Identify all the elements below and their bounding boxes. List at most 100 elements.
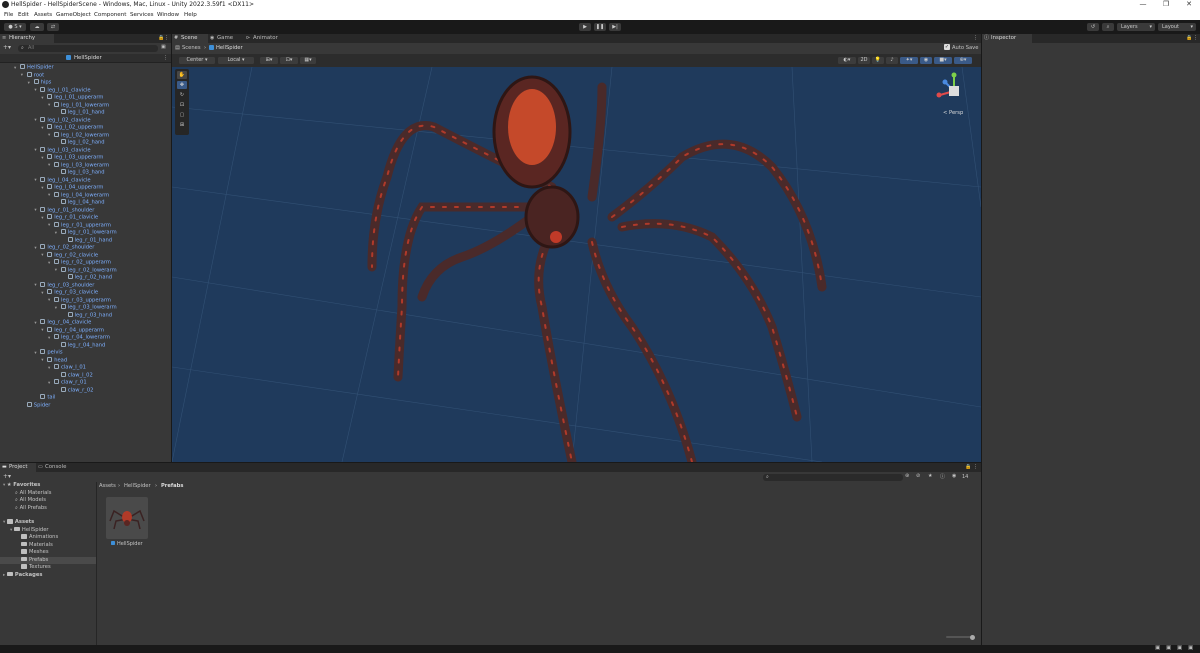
hierarchy-item[interactable]: ▾ leg_l_04_upperarm [41, 184, 103, 192]
hand-tool-icon[interactable]: ✋ [177, 71, 187, 79]
layout-dropdown[interactable]: Layout ▾ [1158, 23, 1196, 31]
auto-save-checkbox[interactable]: ✓ [944, 44, 950, 50]
breadcrumb-hellspider[interactable]: HellSpider [124, 482, 151, 490]
menu-file[interactable]: File [4, 12, 13, 18]
hierarchy-item[interactable]: ▾ leg_r_04_lowerarm [48, 334, 110, 342]
hierarchy-item[interactable]: Spider [21, 401, 50, 410]
hierarchy-item[interactable]: ▾ leg_r_03_lowerarm [55, 304, 117, 312]
project-search-input[interactable]: ⌕ [763, 473, 903, 481]
favorite-all-prefabs[interactable]: ⌕ All Prefabs [15, 505, 47, 513]
hidden-objects-button[interactable]: ◉ [920, 57, 932, 64]
move-tool-icon[interactable]: ✥ [177, 81, 187, 89]
audio-toggle-button[interactable]: ♪ [886, 57, 898, 64]
breadcrumb-prefabs[interactable]: Prefabs [161, 482, 183, 490]
hierarchy-item[interactable]: ▾ HellSpider [14, 64, 54, 72]
menu-assets[interactable]: Assets [34, 12, 52, 18]
toolbar-options-button[interactable]: ▦▾ [300, 57, 316, 64]
folder-animations[interactable]: Animations [21, 534, 58, 542]
gizmos-button[interactable]: ⊕▾ [954, 57, 972, 64]
effects-toggle-button[interactable]: ✦▾ [900, 57, 918, 64]
space-local-dropdown[interactable]: Local ▾ [218, 57, 254, 64]
search-button[interactable]: ⌕ [1102, 23, 1114, 31]
save-search-icon[interactable]: ★ [928, 473, 932, 479]
scale-tool-icon[interactable]: ⊡ [177, 101, 187, 109]
hierarchy-item[interactable]: ▾ leg_r_03_clavicle [41, 289, 98, 297]
menu-edit[interactable]: Edit [18, 12, 29, 18]
more-options-icon[interactable]: ⋮ [164, 35, 169, 41]
thumbnail-size-slider[interactable] [946, 634, 975, 640]
hierarchy-item[interactable]: claw_r_02 [55, 386, 93, 395]
hierarchy-item[interactable]: ▾ leg_r_01_upperarm [48, 221, 111, 230]
packages-folder[interactable]: ▸ Packages [3, 571, 42, 580]
hierarchy-item[interactable]: ▾ leg_l_03_lowerarm [48, 161, 109, 170]
camera-settings-button[interactable]: ■▾ [934, 57, 952, 64]
favorite-all-models[interactable]: ⌕ All Models [15, 497, 46, 505]
status-icon-1[interactable]: ▣ [1155, 645, 1160, 651]
hierarchy-item[interactable]: leg_l_01_hand [55, 109, 105, 117]
hierarchy-item[interactable]: tail [34, 394, 56, 402]
menu-gameobject[interactable]: GameObject [56, 12, 91, 18]
transform-tool-icon[interactable]: ⊞ [177, 121, 187, 129]
search-by-label-icon[interactable]: ⊘ [916, 473, 920, 479]
grid-snapping-button[interactable]: ⊞▾ [260, 57, 278, 64]
hidden-packages-icon[interactable]: ◉ [952, 473, 956, 479]
lighting-toggle-button[interactable]: 💡 [872, 57, 884, 64]
menu-component[interactable]: Component [94, 12, 126, 18]
slider-handle[interactable] [970, 634, 975, 640]
folder-materials[interactable]: Materials [21, 541, 53, 550]
hierarchy-item[interactable]: ▾ claw_r_01 [48, 379, 87, 387]
increment-snap-button[interactable]: ⊡▾ [280, 57, 298, 64]
folder-hellspider[interactable]: ▾ HellSpider [10, 526, 49, 535]
hierarchy-item[interactable]: leg_r_04_hand [55, 341, 105, 350]
draw-mode-button[interactable]: ◐▾ [838, 57, 856, 64]
hierarchy-item[interactable]: leg_l_04_hand [55, 199, 105, 207]
hierarchy-search-input[interactable]: ⌕ All [18, 44, 158, 52]
hierarchy-item[interactable]: ▾ leg_r_02_shoulder [34, 244, 94, 252]
hierarchy-item[interactable]: ▾ leg_l_03_clavicle [34, 146, 91, 155]
hierarchy-item[interactable]: ▾ leg_r_03_shoulder [34, 281, 94, 290]
hierarchy-item[interactable]: ▾ leg_r_02_upperarm [48, 259, 111, 267]
layers-dropdown[interactable]: Layers ▾ [1117, 23, 1155, 31]
hierarchy-item[interactable]: ▾ root [21, 71, 44, 80]
fold-arrow-icon[interactable]: ▾ [55, 230, 61, 238]
scene-visibility-icon[interactable]: ▣ [161, 44, 166, 50]
breadcrumb-scenes[interactable]: Scenes [182, 45, 201, 51]
cloud-button[interactable]: ☁ [30, 23, 44, 31]
play-button[interactable]: ▶ [579, 23, 591, 31]
folder-prefabs[interactable]: Prefabs [0, 556, 96, 564]
tab-game[interactable]: ◉ Game [208, 34, 244, 43]
scene-header[interactable]: HellSpider ⋮ [0, 54, 171, 63]
hierarchy-item[interactable]: ▾ hips [28, 79, 51, 88]
assets-folder[interactable]: ▾ Assets [3, 519, 34, 527]
breadcrumb-current[interactable]: HellSpider [216, 45, 243, 51]
hierarchy-item[interactable]: ▾ leg_l_04_clavicle [34, 176, 91, 185]
more-options-icon[interactable]: ⋮ [1193, 35, 1198, 41]
tab-scene[interactable]: # Scene [172, 34, 208, 43]
status-icon-4[interactable]: ▣ [1188, 645, 1193, 651]
2d-toggle-button[interactable]: 2D [858, 57, 870, 64]
pivot-center-dropdown[interactable]: Center ▾ [179, 57, 215, 64]
hierarchy-item[interactable]: ▾ leg_l_02_lowerarm [48, 131, 109, 140]
tab-console[interactable]: ▭ Console [36, 463, 74, 472]
hierarchy-item[interactable]: claw_l_02 [55, 371, 93, 380]
lock-icon[interactable]: 🔒 [1186, 35, 1192, 41]
hierarchy-item[interactable]: ▾ head [41, 356, 67, 365]
folder-textures[interactable]: Textures [21, 564, 51, 572]
menu-window[interactable]: Window [157, 12, 179, 18]
menu-services[interactable]: Services [130, 12, 154, 18]
step-button[interactable]: ▶| [609, 23, 621, 31]
hierarchy-item[interactable]: ▾ leg_l_01_lowerarm [48, 101, 109, 110]
collab-button[interactable]: ⇄ [47, 23, 59, 31]
hierarchy-item[interactable]: leg_r_03_hand [62, 311, 112, 320]
fold-arrow-icon[interactable]: ▾ [28, 80, 34, 88]
hierarchy-item[interactable]: leg_l_03_hand [55, 169, 105, 177]
info-icon[interactable]: ⓘ [940, 473, 945, 480]
rotate-tool-icon[interactable]: ↻ [177, 91, 187, 99]
status-icon-2[interactable]: ▣ [1166, 645, 1171, 651]
minimize-button[interactable]: — [1133, 0, 1153, 8]
lock-icon[interactable]: 🔒 [965, 464, 971, 470]
fold-arrow-icon[interactable]: ▾ [55, 267, 61, 275]
fold-arrow-icon[interactable]: ▾ [55, 305, 61, 313]
perspective-label[interactable]: < Persp [943, 110, 963, 116]
tab-inspector[interactable]: ⓘ Inspector [982, 34, 1032, 43]
